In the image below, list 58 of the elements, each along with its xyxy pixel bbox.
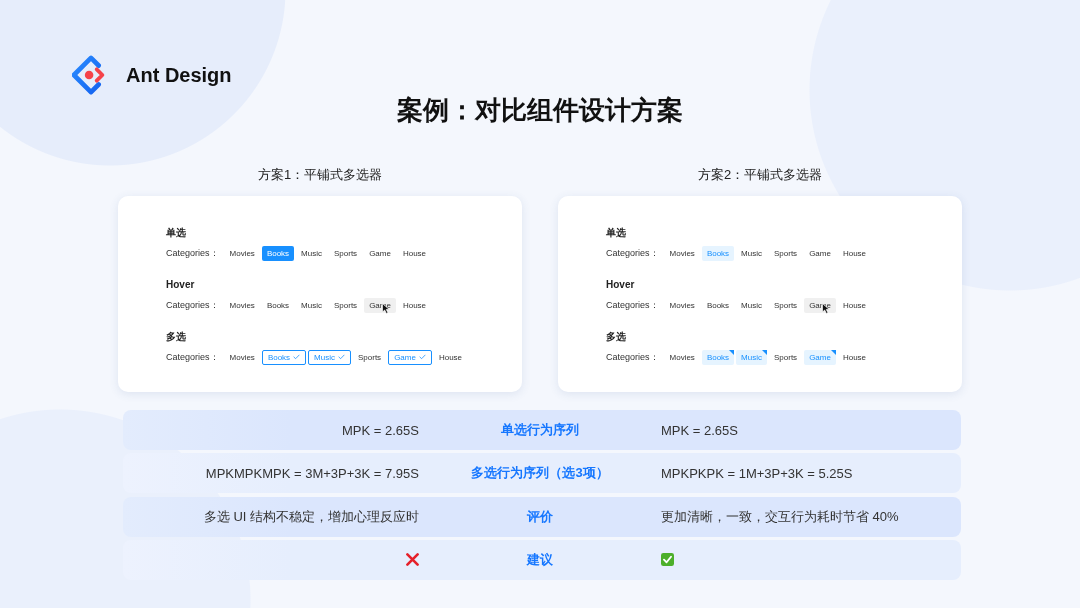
table-cell: 多选 UI 结构不稳定，增加心理反应时 [203,507,419,526]
category-tag[interactable]: Movies [664,245,700,261]
check-icon [338,354,345,360]
categories-label: Categories： [606,298,659,312]
section-heading: Hover [606,278,635,292]
table-cell: MPKPKPK = 1M+3P+3K = 5.25S [661,465,853,481]
category-tag[interactable]: House [433,349,468,365]
section-heading: 单选 [166,226,186,240]
category-tag[interactable]: Books [701,297,735,313]
category-tag[interactable]: Movies [224,349,260,365]
plan-title: 方案1：平铺式多选器 [257,166,383,184]
brand-name: Ant Design [126,63,232,87]
row-label: 单选行为序列 [501,421,579,439]
corner-triangle-icon [762,349,767,355]
corner-triangle-icon [729,349,735,355]
category-tag[interactable]: Movies [664,349,700,365]
category-tag[interactable]: Movies [224,297,260,313]
category-tag[interactable]: Game [804,245,836,261]
category-tag[interactable]: Sports [329,245,363,261]
category-tag[interactable]: Music [736,297,767,313]
categories-label: Categories： [166,298,219,312]
category-tag[interactable]: House [837,349,872,365]
category-tag[interactable]: Music [736,245,767,261]
table-cell: 更加清晰，一致，交互行为耗时节省 40% [661,507,899,526]
category-tag[interactable]: Sports [769,349,803,365]
table-cell: MPK = 2.65S [342,422,419,438]
category-tag[interactable]: Sports [329,297,363,313]
categories-label: Categories： [166,246,219,260]
category-tag[interactable]: Books [261,297,295,313]
category-tag[interactable]: Sports [769,245,803,261]
category-tag[interactable]: Game [364,245,396,261]
categories-label: Categories： [606,246,659,260]
table-cell: MPK = 2.65S [661,422,738,438]
row-label: 评价 [527,507,553,526]
category-tag[interactable]: Music [296,297,327,313]
category-tag[interactable]: Movies [224,245,260,261]
categories-label: Categories： [606,350,659,364]
row-label: 多选行为序列（选3项） [471,464,609,483]
category-tag[interactable]: House [837,297,872,313]
section-heading: 多选 [166,330,186,344]
section-heading: 单选 [606,226,626,240]
category-tag[interactable]: Sports [769,297,803,313]
category-tag[interactable]: Music [296,245,327,261]
table-cell: MPKMPKMPK = 3M+3P+3K = 7.95S [205,465,419,481]
section-heading: 多选 [606,330,626,344]
category-tag[interactable]: Movies [664,297,700,313]
section-heading: Hover [166,278,195,292]
check-icon [293,354,301,360]
categories-label: Categories： [166,350,219,364]
plan-title: 方案2：平铺式多选器 [697,166,823,184]
row-label: 建议 [527,550,553,569]
check-icon [418,354,426,360]
category-tag[interactable]: House [397,245,432,261]
category-tag[interactable]: House [837,245,872,261]
category-tag[interactable]: House [397,297,432,313]
corner-triangle-icon [830,349,836,355]
category-tag[interactable]: Sports [353,349,387,365]
slide-title: 案例：对比组件设计方案 [397,95,683,125]
